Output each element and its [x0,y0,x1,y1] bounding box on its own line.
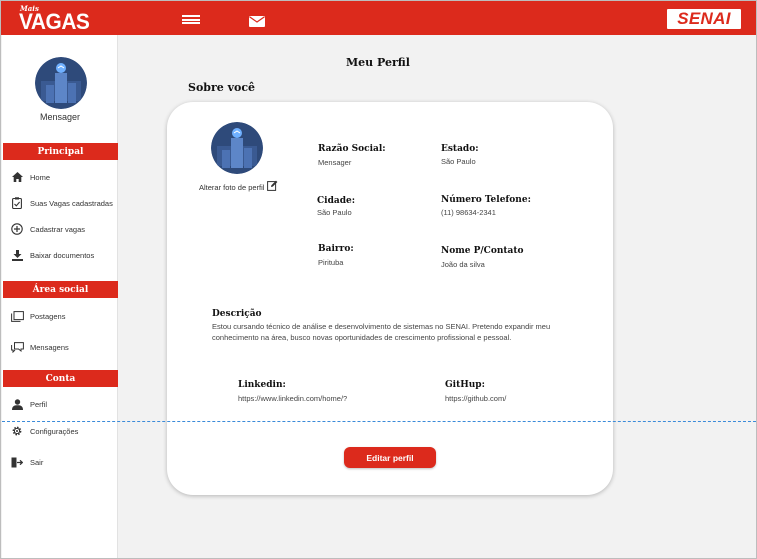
top-bar: Mais VAGAS SENAI [1,1,756,35]
profile-avatar [211,122,263,174]
github-value[interactable]: https://github.com/ [445,394,506,403]
telefone-value: (11) 98634-2341 [441,208,496,217]
senai-logo-text: SENAI [677,9,731,28]
sidebar-item-label: Home [30,172,51,182]
sidebar-item-cadastrar-vagas[interactable]: Cadastrar vagas [10,219,118,239]
cidade-label: Cidade: [317,196,356,206]
sidebar-item-label: Configurações [30,426,79,436]
section-principal: Principal [3,143,118,160]
descricao-label: Descrição [212,309,262,319]
edit-profile-button[interactable]: Editar perfil [344,447,436,468]
contato-value: João da silva [441,260,485,269]
page-title: Meu Perfil [346,56,410,69]
sidebar-item-home[interactable]: Home [10,167,118,187]
contato-label: Nome P/Contato [441,246,524,256]
linkedin-value[interactable]: https://www.linkedin.com/home/? [238,394,347,403]
section-title: Sobre você [188,81,256,94]
sidebar-item-suas-vagas[interactable]: Suas Vagas cadastradas [10,193,118,213]
sidebar-item-mensagens[interactable]: Mensagens [10,337,118,357]
guide-line [2,421,756,422]
razao-social-value: Mensager [318,158,352,167]
sidebar-item-label: Sair [30,457,44,467]
estado-label: Estado: [441,144,479,154]
sidebar-item-label: Suas Vagas cadastradas [30,198,113,208]
sidebar-item-label: Baixar documentos [30,250,95,260]
sidebar-user-name: Mensager [39,112,81,122]
sidebar-item-baixar-documentos[interactable]: Baixar documentos [10,245,118,265]
sidebar-item-configuracoes[interactable]: Configurações [10,421,118,441]
github-label: GitHup: [445,380,485,390]
cidade-value: São Paulo [317,208,352,217]
change-photo-label: Alterar foto de perfil [199,182,265,192]
logout-icon [10,455,24,469]
sidebar-item-label: Cadastrar vagas [30,224,86,234]
bairro-label: Bairro: [318,244,354,254]
estado-value: São Paulo [441,157,476,166]
app-window: Mais VAGAS SENAI Mensager Principal Home… [0,0,757,559]
sidebar-item-sair[interactable]: Sair [10,452,118,472]
edit-icon [267,178,278,196]
section-conta: Conta [3,370,118,387]
senai-logo: SENAI [667,9,741,29]
hamburger-icon[interactable] [182,15,200,24]
change-photo-link[interactable]: Alterar foto de perfil [199,178,278,196]
mail-icon[interactable] [249,14,265,32]
sidebar-item-label: Perfil [30,399,48,409]
sidebar: Mensager Principal Home Suas Vagas cadas… [2,35,118,558]
add-circle-icon [10,222,24,236]
sidebar-item-label: Postagens [30,311,66,321]
gear-icon [10,424,24,438]
sidebar-item-postagens[interactable]: Postagens [10,306,118,326]
home-icon [10,170,24,184]
posts-icon [10,309,24,323]
chat-icon [10,340,24,354]
avatar[interactable] [35,57,87,109]
linkedin-label: Linkedin: [238,380,286,390]
razao-social-label: Razão Social: [318,144,386,154]
profile-card: Alterar foto de perfil Razão Social: Men… [167,102,613,495]
clipboard-check-icon [10,196,24,210]
telefone-label: Número Telefone: [441,195,531,205]
download-icon [10,248,24,262]
sidebar-item-label: Mensagens [30,342,69,352]
descricao-value: Estou cursando técnico de análise e dese… [212,322,551,342]
brand-name: VAGAS [19,9,90,34]
sidebar-item-perfil[interactable]: Perfil [10,394,118,414]
brand-logo[interactable]: Mais VAGAS [19,5,93,33]
section-area-social: Área social [3,281,118,298]
bairro-value: Pirituba [318,258,344,267]
user-icon [10,397,24,411]
